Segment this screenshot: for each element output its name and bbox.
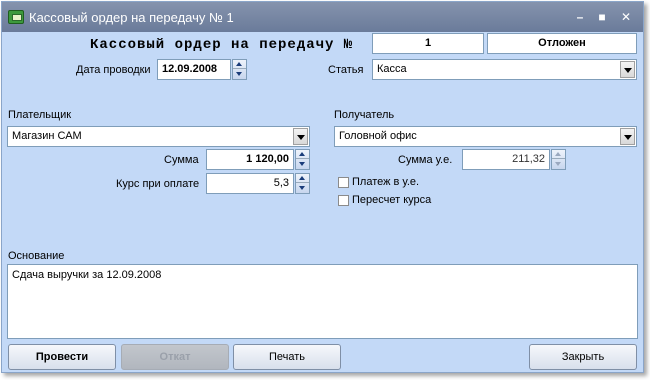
rate-spinner[interactable]: [295, 173, 310, 194]
status-field: Отложен: [487, 33, 637, 54]
spin-up-icon[interactable]: [296, 174, 309, 183]
close-button[interactable]: Закрыть: [529, 344, 637, 370]
chevron-down-icon[interactable]: [620, 61, 635, 78]
spin-down-icon: [552, 160, 565, 169]
payer-select[interactable]: Магазин САМ: [7, 126, 310, 147]
basis-text: Сдача выручки за 12.09.2008: [12, 269, 162, 281]
payer-label: Плательщик: [8, 109, 72, 121]
window-title: Кассовый ордер на передачу № 1: [29, 10, 234, 25]
recipient-label: Получатель: [334, 109, 395, 121]
order-number-field[interactable]: 1: [372, 33, 484, 54]
sum-ue-spinner: [551, 149, 566, 170]
recalc-label: Пересчет курса: [352, 194, 432, 206]
recipient-value: Головной офис: [339, 130, 417, 142]
rollback-button: Откат: [121, 344, 229, 370]
sum-field[interactable]: 1 120,00: [206, 149, 294, 170]
basis-label: Основание: [8, 250, 65, 262]
order-window: Кассовый ордер на передачу № 1 – ■ ✕ Кас…: [1, 1, 644, 373]
recalc-checkbox[interactable]: [338, 195, 349, 206]
spin-down-icon[interactable]: [233, 70, 246, 79]
date-label: Дата проводки: [76, 64, 151, 76]
sum-spinner[interactable]: [295, 149, 310, 170]
sum-ue-field: 211,32: [462, 149, 550, 170]
date-spinner[interactable]: [232, 59, 247, 80]
rate-field[interactable]: 5,3: [206, 173, 294, 194]
payer-value: Магазин САМ: [12, 130, 82, 142]
post-button[interactable]: Провести: [8, 344, 116, 370]
spin-down-icon[interactable]: [296, 184, 309, 193]
article-select[interactable]: Касса: [372, 59, 637, 80]
minimize-icon[interactable]: –: [570, 8, 590, 26]
maximize-icon[interactable]: ■: [592, 8, 612, 26]
payment-ue-checkbox[interactable]: [338, 177, 349, 188]
spin-up-icon[interactable]: [296, 150, 309, 159]
close-icon[interactable]: ✕: [616, 8, 636, 26]
article-label: Статья: [328, 64, 364, 76]
form-heading: Кассовый ордер на передачу №: [90, 37, 354, 53]
date-field[interactable]: 12.09.2008: [157, 59, 231, 80]
sum-ue-label: Сумма у.е.: [398, 154, 453, 166]
rate-label: Курс при оплате: [116, 178, 200, 190]
title-bar[interactable]: Кассовый ордер на передачу № 1 – ■ ✕: [2, 2, 643, 32]
payment-ue-label: Платеж в у.е.: [352, 176, 420, 188]
chevron-down-icon[interactable]: [293, 128, 308, 145]
recipient-select[interactable]: Головной офис: [334, 126, 637, 147]
basis-textarea[interactable]: Сдача выручки за 12.09.2008: [7, 264, 638, 339]
print-button[interactable]: Печать: [233, 344, 341, 370]
spin-up-icon: [552, 150, 565, 159]
app-icon: [8, 10, 24, 24]
sum-label: Сумма: [164, 154, 199, 166]
spin-up-icon[interactable]: [233, 60, 246, 69]
chevron-down-icon[interactable]: [620, 128, 635, 145]
article-value: Касса: [377, 63, 407, 75]
spin-down-icon[interactable]: [296, 160, 309, 169]
